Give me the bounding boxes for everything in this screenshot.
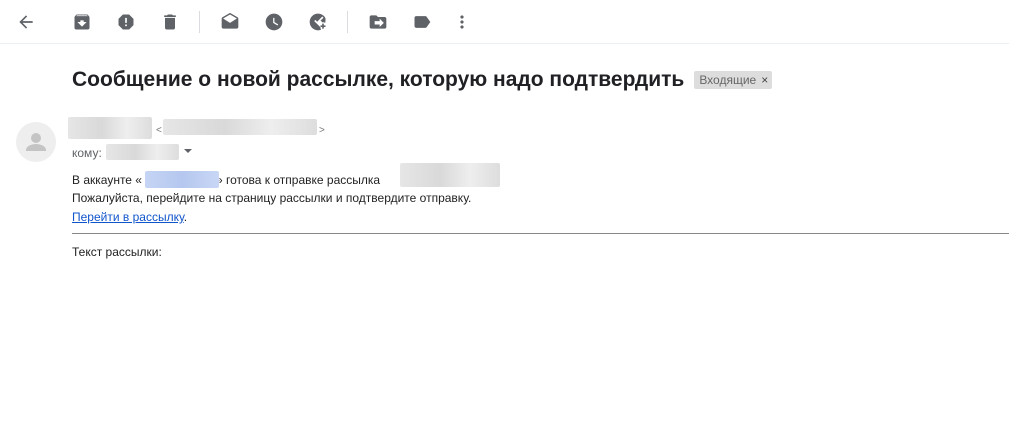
- more-vert-icon: [460, 15, 464, 29]
- recipient-redacted: [106, 144, 179, 160]
- archive-button[interactable]: [66, 6, 98, 38]
- back-button[interactable]: [10, 6, 42, 38]
- link-suffix: .: [183, 210, 188, 224]
- body-line-3: Перейти в рассылку.: [72, 209, 187, 225]
- body-line-1: В аккаунте « » готова к отправке рассылка: [72, 172, 380, 188]
- body-line-1-middle: » готова к отправке рассылка: [215, 173, 381, 187]
- inbox-label-chip[interactable]: Входящие ×: [694, 71, 773, 89]
- mark-unread-button[interactable]: [214, 6, 246, 38]
- recipient-details-caret-icon[interactable]: [184, 149, 192, 153]
- delete-button[interactable]: [154, 6, 186, 38]
- more-options-button[interactable]: [446, 6, 478, 38]
- arrow-back-icon: [19, 15, 33, 29]
- email-subject: Сообщение о новой рассылке, которую надо…: [72, 68, 685, 91]
- move-to-icon: [369, 15, 387, 29]
- label-button[interactable]: [406, 6, 438, 38]
- report-spam-button[interactable]: [110, 6, 142, 38]
- recipient-prefix: кому:: [72, 146, 102, 160]
- clock-icon: [265, 13, 283, 31]
- body-line-2: Пожалуйста, перейдите на страницу рассыл…: [72, 191, 472, 205]
- remove-label-button[interactable]: ×: [761, 73, 768, 87]
- add-task-button[interactable]: [302, 6, 334, 38]
- go-to-mailing-link[interactable]: Перейти в рассылку: [72, 210, 184, 224]
- sender-name-redacted: [68, 117, 152, 139]
- toolbar-separator: [347, 11, 348, 33]
- add-task-icon: [309, 13, 326, 31]
- toolbar-separator: [199, 11, 200, 33]
- snooze-button[interactable]: [258, 6, 290, 38]
- trash-icon: [164, 14, 176, 30]
- subject-row: Сообщение о новой рассылке, которую надо…: [72, 66, 773, 94]
- person-icon: [26, 133, 46, 151]
- recipient-row: кому:: [72, 145, 102, 161]
- mailing-text-label: Текст рассылки:: [72, 245, 162, 259]
- sender-email-close-bracket: >: [319, 125, 325, 136]
- body-line-1-prefix: В аккаунте «: [72, 173, 142, 187]
- sender-email-redacted: [163, 119, 317, 135]
- sender-avatar[interactable]: [16, 122, 56, 162]
- label-chip-text: Входящие: [699, 73, 757, 87]
- mark-unread-icon: [221, 12, 239, 29]
- sender-email-open-bracket: <: [156, 125, 162, 136]
- mailing-name-redacted: [400, 163, 500, 187]
- report-spam-icon: [118, 14, 134, 30]
- label-icon: [414, 16, 431, 28]
- body-divider: [72, 233, 1009, 234]
- account-name-redacted: [145, 171, 219, 188]
- move-to-button[interactable]: [362, 6, 394, 38]
- archive-icon: [74, 14, 90, 30]
- toolbar: [0, 0, 1009, 44]
